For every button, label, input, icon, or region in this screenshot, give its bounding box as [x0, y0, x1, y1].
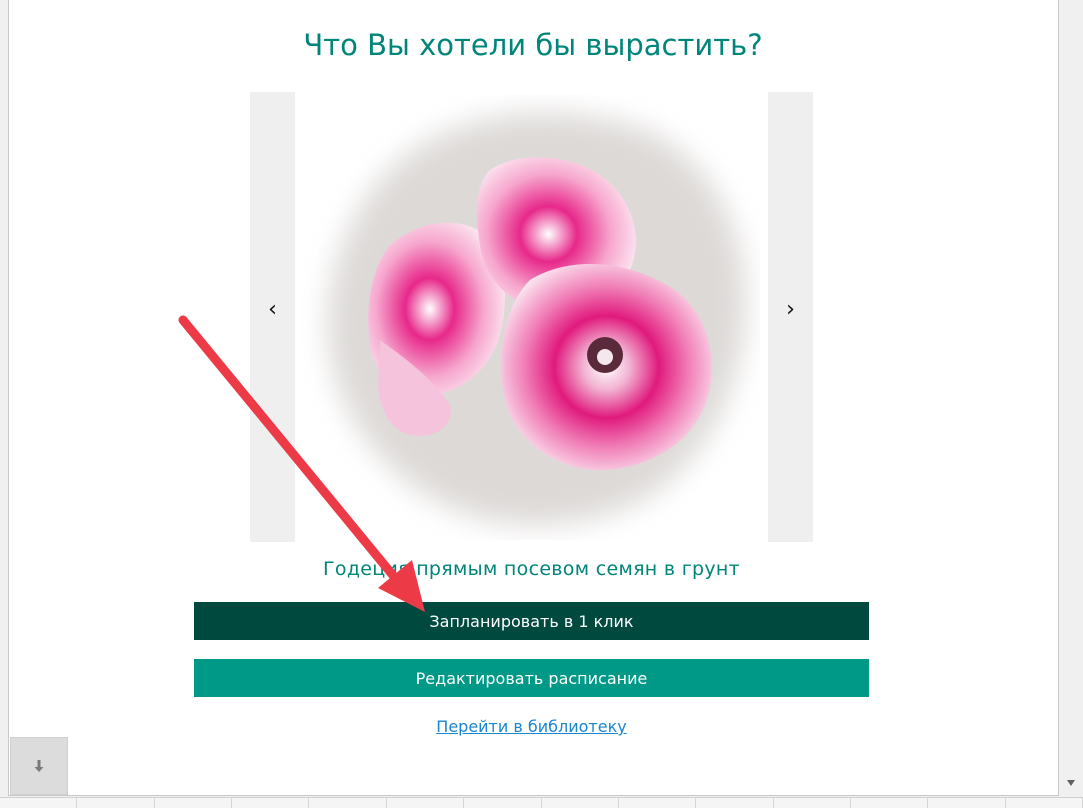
- carousel-next-button[interactable]: ›: [768, 92, 813, 542]
- plant-image: [328, 113, 746, 525]
- selected-plant-name: Годеция прямым посевом семян в грунт: [323, 558, 740, 580]
- scroll-down-triangle-icon: [1067, 780, 1075, 786]
- window-frame: Что Вы хотели бы вырастить? ‹ › Годеция …: [0, 0, 1083, 808]
- chevron-left-icon: ‹: [268, 296, 277, 322]
- carousel-prev-button[interactable]: ‹: [250, 92, 295, 542]
- chevron-right-icon: ›: [786, 296, 795, 322]
- scroll-down-button[interactable]: [10, 737, 68, 795]
- go-to-library-link[interactable]: Перейти в библиотеку: [0, 717, 1063, 736]
- vertical-scrollbar[interactable]: [1059, 0, 1083, 797]
- plan-one-click-button[interactable]: Запланировать в 1 клик: [194, 602, 869, 640]
- scrollbar-down-button[interactable]: [1059, 773, 1083, 793]
- down-arrow-icon: [34, 760, 44, 772]
- page-title: Что Вы хотели бы вырастить?: [303, 28, 763, 62]
- edit-schedule-button[interactable]: Редактировать расписание: [194, 659, 869, 697]
- bottom-tab-strip: [0, 797, 1083, 808]
